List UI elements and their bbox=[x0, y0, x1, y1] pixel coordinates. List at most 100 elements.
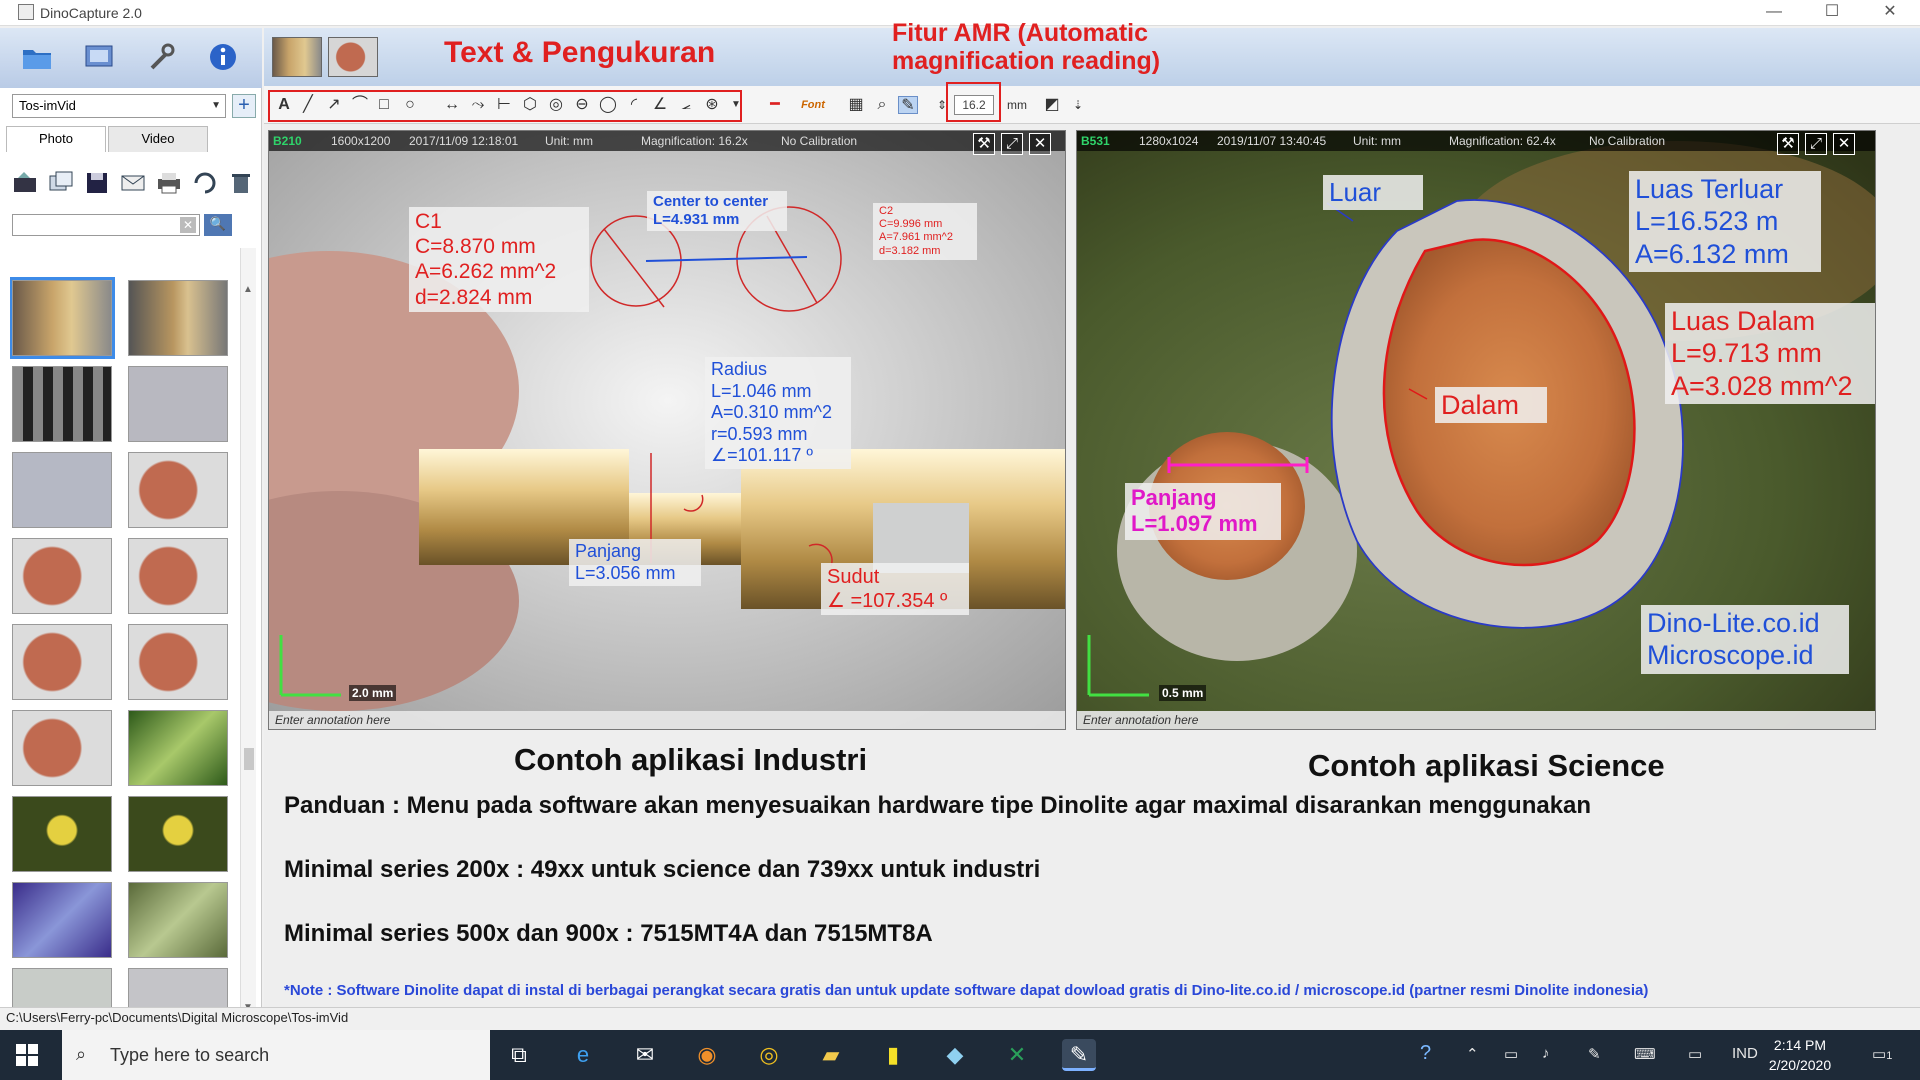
fit-window-icon[interactable]: ⤢ bbox=[1001, 133, 1023, 155]
label-line: ∠ =107.354 º bbox=[827, 590, 948, 612]
screen-icon[interactable] bbox=[82, 40, 116, 74]
dinocapture-taskbar-icon[interactable]: ✎ bbox=[1062, 1039, 1096, 1071]
thumbnail[interactable] bbox=[128, 710, 228, 786]
thumbnail[interactable] bbox=[12, 624, 112, 700]
viewer-industry[interactable]: B210 1600x1200 2017/11/09 12:18:01 Unit:… bbox=[268, 130, 1066, 730]
scroll-up-icon[interactable]: ▲ bbox=[243, 284, 253, 295]
windows-start-icon[interactable] bbox=[16, 1044, 38, 1066]
minimize-button[interactable]: — bbox=[1746, 0, 1802, 26]
camera-model: B210 bbox=[273, 134, 302, 148]
close-viewer-icon[interactable]: ✕ bbox=[1833, 133, 1855, 155]
thumbnail[interactable] bbox=[128, 624, 228, 700]
thumbnail[interactable] bbox=[128, 366, 228, 442]
wrench-icon[interactable]: ⚒ bbox=[1777, 133, 1799, 155]
thumbnail[interactable] bbox=[12, 538, 112, 614]
keyboard-icon[interactable]: ⌨ bbox=[1634, 1045, 1656, 1063]
open-image-thumb[interactable] bbox=[272, 37, 322, 77]
thumbnail[interactable] bbox=[12, 882, 112, 958]
save-icon[interactable] bbox=[82, 168, 112, 198]
label-line: A=3.028 mm^2 bbox=[1671, 370, 1853, 401]
resolution: 1280x1024 bbox=[1139, 134, 1199, 148]
info-icon[interactable] bbox=[206, 40, 240, 74]
notification-icon[interactable]: ▭1 bbox=[1872, 1045, 1892, 1063]
wrench-icon[interactable]: ⚒ bbox=[973, 133, 995, 155]
edge-browser-icon[interactable]: e bbox=[566, 1039, 600, 1071]
label-line: A=7.961 mm^2 bbox=[879, 231, 953, 244]
amr-toggle-icon[interactable]: ✎ bbox=[898, 96, 918, 114]
guide-line-2: Minimal series 200x : 49xx untuk science… bbox=[284, 856, 1041, 883]
clock[interactable]: 2:14 PM 2/20/2020 bbox=[1755, 1035, 1845, 1075]
open-image-thumb[interactable] bbox=[328, 37, 378, 77]
tab-video[interactable]: Video bbox=[108, 126, 208, 152]
language-indicator[interactable]: IND bbox=[1732, 1045, 1758, 1062]
overflow-icon[interactable]: ⇣ bbox=[1068, 96, 1088, 114]
close-button[interactable]: ✕ bbox=[1862, 0, 1918, 26]
add-folder-button[interactable]: + bbox=[232, 94, 256, 118]
folder-select[interactable]: Tos-imVid ▼ bbox=[12, 94, 226, 118]
tools-icon[interactable] bbox=[144, 40, 178, 74]
label-line: C=9.996 mm bbox=[879, 218, 943, 231]
thumbnail[interactable] bbox=[12, 710, 112, 786]
battery-icon[interactable]: ▭ bbox=[1504, 1045, 1518, 1063]
notification-count: 1 bbox=[1886, 1050, 1893, 1062]
scrollbar-thumb[interactable] bbox=[244, 748, 254, 770]
thumbnail[interactable] bbox=[12, 796, 112, 872]
zoom-icon[interactable]: ⌕ bbox=[872, 96, 892, 114]
line-color-icon[interactable]: ━ bbox=[760, 96, 790, 114]
file-explorer-icon[interactable]: ▰ bbox=[814, 1039, 848, 1071]
thumbnail[interactable] bbox=[10, 277, 115, 359]
fit-window-icon[interactable]: ⤢ bbox=[1805, 133, 1827, 155]
copy-icon[interactable] bbox=[46, 168, 76, 198]
thumbnail-scrollbar[interactable]: ▲ ▼ bbox=[240, 248, 256, 1020]
search-button[interactable]: 🔍 bbox=[204, 214, 232, 236]
thumbnail[interactable] bbox=[128, 882, 228, 958]
pen-icon[interactable]: ✎ bbox=[1588, 1045, 1601, 1063]
taskbar-search[interactable]: ⌕ Type here to search bbox=[62, 1030, 490, 1080]
thumbnail[interactable] bbox=[128, 452, 228, 528]
tab-photo[interactable]: Photo bbox=[6, 126, 106, 152]
thumbnail[interactable] bbox=[12, 452, 112, 528]
unit-select[interactable]: mm bbox=[1002, 96, 1032, 114]
annotation-input[interactable]: Enter annotation here bbox=[1077, 711, 1875, 729]
task-view-icon[interactable]: ⧉ bbox=[502, 1039, 536, 1071]
search-input[interactable]: ✕ bbox=[12, 214, 200, 236]
label-line: Dino-Lite.co.id bbox=[1647, 608, 1820, 638]
thumbnail[interactable] bbox=[128, 538, 228, 614]
chrome-icon[interactable]: ◎ bbox=[752, 1039, 786, 1071]
mail-icon[interactable]: ✉ bbox=[628, 1039, 662, 1071]
image-adjust-icon[interactable]: ◩ bbox=[1042, 96, 1062, 114]
volume-icon[interactable]: ♪ bbox=[1542, 1045, 1550, 1062]
thumbnail[interactable] bbox=[128, 280, 228, 356]
network-icon[interactable]: ▭ bbox=[1688, 1045, 1702, 1063]
excel-icon[interactable]: ✕ bbox=[1000, 1039, 1034, 1071]
rotate-icon[interactable] bbox=[190, 168, 220, 198]
annotation-amr-line2: magnification reading) bbox=[892, 47, 1161, 75]
label-radius: Radius L=1.046 mm A=0.310 mm^2 r=0.593 m… bbox=[705, 357, 851, 469]
delete-icon[interactable] bbox=[226, 168, 256, 198]
main-header: Text & Pengukuran Fitur AMR (Automatic m… bbox=[264, 19, 1920, 86]
sticky-notes-icon[interactable]: ▮ bbox=[876, 1039, 910, 1071]
guide-line-1: Panduan : Menu pada software akan menyes… bbox=[284, 792, 1592, 819]
viewer-science[interactable]: B531 1280x1024 2019/11/07 13:40:45 Unit:… bbox=[1076, 130, 1876, 730]
export-icon[interactable] bbox=[10, 168, 40, 198]
unit-label: Unit: mm bbox=[1353, 134, 1401, 148]
measurement-toolbar: A ╱ ↗ ⌒ □ ○ ↔ ⤳ ⊢ ⬡ ◎ ⊖ ◯ ◜ ∠ ⦟ ⊛ ▼ ━ Fo… bbox=[264, 82, 1920, 124]
email-icon[interactable] bbox=[118, 168, 148, 198]
close-viewer-icon[interactable]: ✕ bbox=[1029, 133, 1051, 155]
thumbnail[interactable] bbox=[12, 366, 112, 442]
folder-icon[interactable] bbox=[20, 40, 54, 74]
viewer-header: B210 1600x1200 2017/11/09 12:18:01 Unit:… bbox=[269, 131, 1065, 151]
annotation-text-measure: Text & Pengukuran bbox=[444, 36, 716, 69]
font-icon[interactable]: Font bbox=[798, 96, 828, 114]
grid-icon[interactable]: ▦ bbox=[846, 96, 866, 114]
help-icon[interactable]: ? bbox=[1420, 1042, 1431, 1065]
browser-icon[interactable]: ◉ bbox=[690, 1039, 724, 1071]
annotation-input[interactable]: Enter annotation here bbox=[269, 711, 1065, 729]
clear-search-button[interactable]: ✕ bbox=[180, 217, 196, 233]
print-icon[interactable] bbox=[154, 168, 184, 198]
label-sudut: Sudut ∠ =107.354 º bbox=[821, 563, 969, 615]
chevron-up-icon[interactable]: ⌃ bbox=[1466, 1045, 1479, 1063]
app-icon[interactable]: ◆ bbox=[938, 1039, 972, 1071]
maximize-button[interactable]: ☐ bbox=[1804, 0, 1860, 26]
thumbnail[interactable] bbox=[128, 796, 228, 872]
